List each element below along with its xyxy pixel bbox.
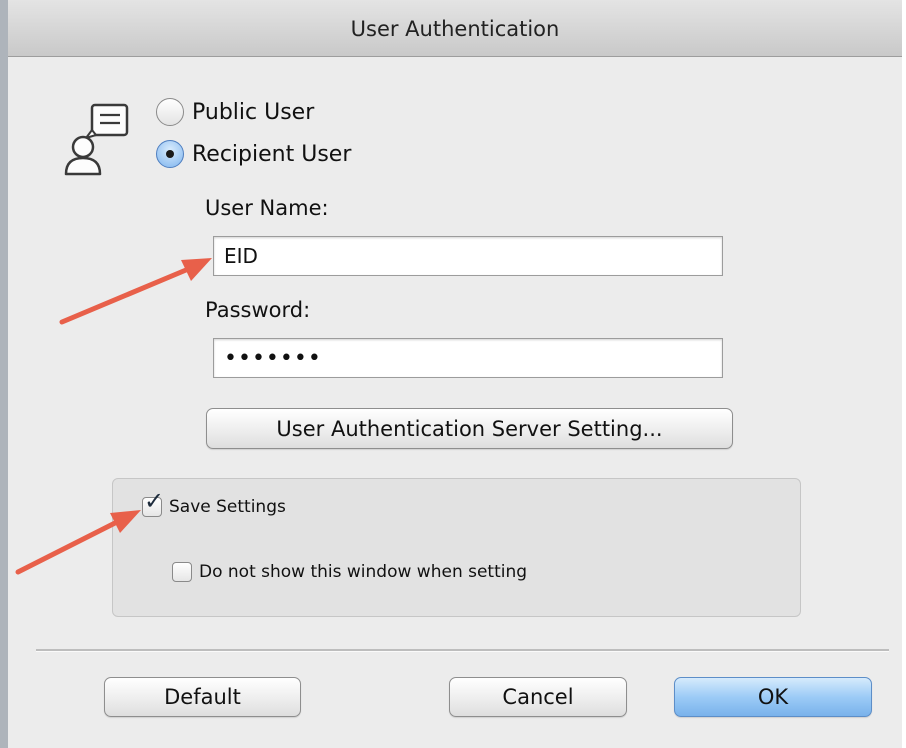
title-bar[interactable]: User Authentication <box>8 0 902 57</box>
password-masked-value: ••••••• <box>224 346 322 371</box>
save-settings-checkbox-box[interactable]: ✓ <box>142 489 164 517</box>
default-button-label: Default <box>164 685 241 709</box>
window-title: User Authentication <box>350 17 560 41</box>
cancel-button[interactable]: Cancel <box>449 677 627 717</box>
hide-window-label: Do not show this window when setting <box>199 562 528 582</box>
radio-recipient-user[interactable]: Recipient User <box>156 140 351 168</box>
radio-selected-dot <box>166 150 174 158</box>
username-field[interactable]: EID <box>213 236 723 276</box>
save-settings-label: Save Settings <box>169 497 286 517</box>
save-settings-checkbox[interactable]: ✓ Save Settings <box>142 489 286 517</box>
annotation-arrow-username <box>59 258 212 325</box>
cancel-button-label: Cancel <box>502 685 574 709</box>
radio-public-user[interactable]: Public User <box>156 98 314 126</box>
checkmark-icon: ✓ <box>144 487 165 515</box>
radio-public-user-button[interactable] <box>156 98 184 126</box>
user-chat-icon <box>64 103 129 176</box>
radio-public-user-label: Public User <box>192 99 315 125</box>
footer-separator <box>36 649 889 652</box>
ok-button[interactable]: OK <box>674 677 872 717</box>
window-left-frame <box>0 0 8 748</box>
password-label: Password: <box>205 298 311 322</box>
hide-window-checkbox[interactable]: Do not show this window when setting <box>172 562 527 582</box>
server-setting-button[interactable]: User Authentication Server Setting... <box>206 408 733 449</box>
window-right-edge <box>902 0 906 748</box>
radio-recipient-user-label: Recipient User <box>192 141 352 167</box>
username-label: User Name: <box>205 196 329 220</box>
default-button[interactable]: Default <box>104 677 301 717</box>
radio-recipient-user-button[interactable] <box>156 140 184 168</box>
ok-button-label: OK <box>757 685 789 709</box>
hide-window-checkbox-box[interactable] <box>172 562 192 582</box>
username-value: EID <box>224 244 258 268</box>
password-field[interactable]: ••••••• <box>213 338 723 378</box>
server-setting-button-label: User Authentication Server Setting... <box>276 416 663 441</box>
